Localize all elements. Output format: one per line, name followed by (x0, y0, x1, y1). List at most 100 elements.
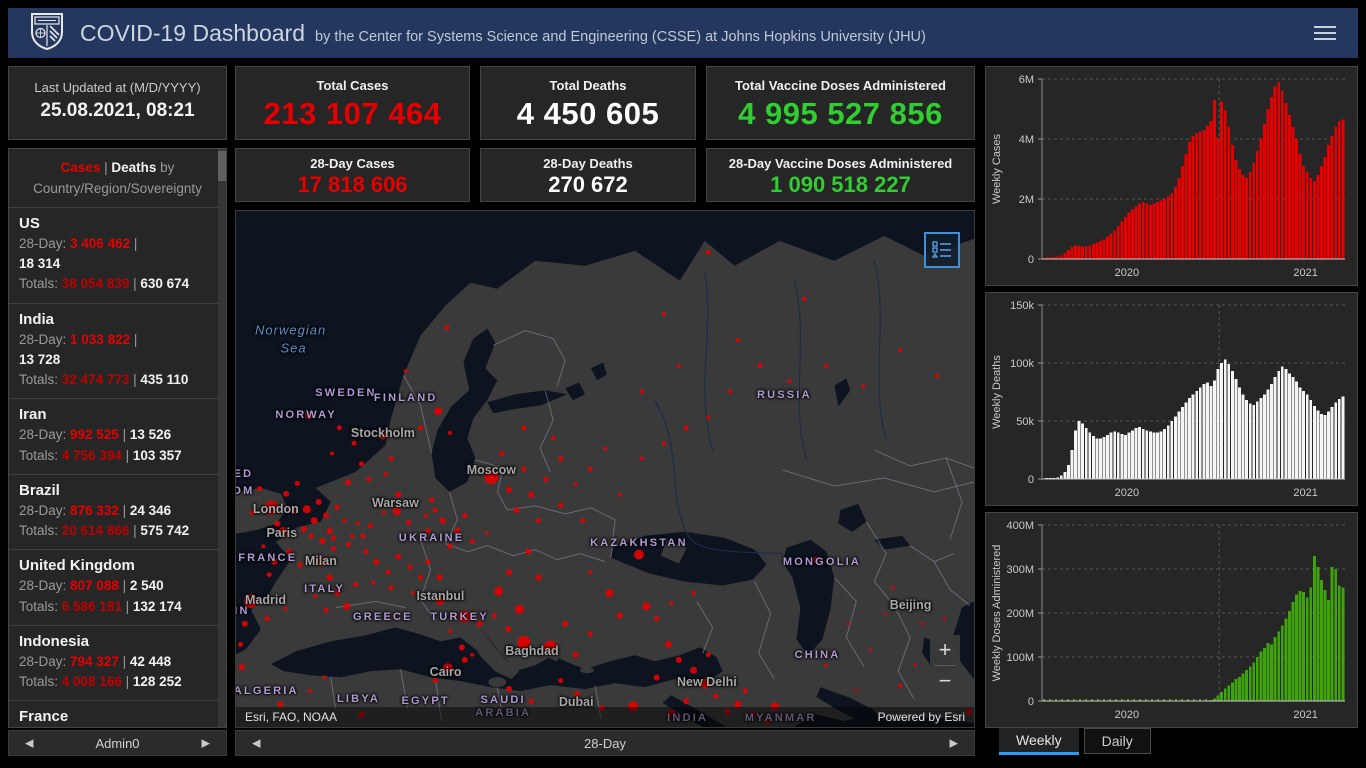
time-range-pager: ◀ 28-Day ▶ (235, 730, 975, 756)
last-updated-box: Last Updated at (M/D/YYYY) 25.08.2021, 0… (8, 66, 227, 140)
svg-text:200M: 200M (1006, 608, 1034, 620)
total-vaccine-value: 4 995 527 856 (738, 96, 943, 131)
zoom-in-button[interactable]: + (930, 635, 960, 665)
country-totals-line: Totals: 4 008 166 | 128 252 (19, 674, 182, 690)
country-totals-line: Totals: 32 474 773 | 435 110 (19, 372, 189, 388)
total-deaths-label: Total Deaths (549, 78, 627, 93)
chart-frequency-tabs: Weekly Daily (985, 728, 1358, 758)
scrollbar-track[interactable] (218, 149, 226, 727)
admin-level-pager: ◀ Admin0 ▶ (8, 730, 227, 756)
svg-text:Weekly Cases: Weekly Cases (991, 133, 1003, 204)
weekly-cases-chart: 0 2M 4M 6M 2020 2021 Weekly Cases (986, 67, 1357, 285)
total-vaccine-label: Total Vaccine Doses Administered (735, 78, 946, 93)
country-row[interactable]: France28-Day: 646 361 | 2 006Totals: 6 7… (9, 700, 226, 728)
country-28day-line: 28-Day: 992 525 | 13 526 (19, 427, 172, 443)
svg-text:Weekly Doses Administered: Weekly Doses Administered (991, 545, 1003, 682)
country-28day-line: 28-Day: 1 033 822 | 13 728 (19, 331, 138, 367)
svg-text:4M: 4M (1019, 134, 1034, 146)
day28-deaths-label: 28-Day Deaths (543, 156, 633, 171)
weekly-cases-chart-box: 0 2M 4M 6M 2020 2021 Weekly Cases (985, 66, 1358, 286)
page-title: COVID-19 Dashboard (80, 19, 305, 46)
country-28day-line: 28-Day: 807 088 | 2 540 (19, 578, 164, 594)
country-name: Indonesia (19, 632, 90, 650)
country-28day-line: 28-Day: 794 327 | 42 448 (19, 653, 172, 669)
country-row[interactable]: US 28-Day: 3 406 462 | 18 314 Totals: 38 0… (9, 206, 226, 303)
country-totals-line: Totals: 6 586 181 | 132 174 (19, 598, 182, 614)
country-name: United Kingdom (19, 557, 135, 575)
deaths-header-label: Deaths (111, 160, 157, 175)
svg-text:0: 0 (1028, 254, 1034, 266)
admin-level-label: Admin0 (95, 735, 140, 751)
day28-vaccine-value: 1 090 518 227 (770, 172, 911, 197)
country-row[interactable]: United Kingdom 28-Day: 807 088 | 2 540 Tot… (9, 549, 226, 625)
attribution-text: Esri, FAO, NOAA (245, 710, 338, 724)
country-totals-line: Totals: 20 614 866 | 575 742 (19, 523, 190, 539)
country-name: US (19, 214, 40, 232)
powered-by-esri: Powered by Esri (877, 710, 965, 724)
svg-text:300M: 300M (1006, 564, 1034, 576)
country-name: France (19, 708, 69, 726)
country-28day-line: 28-Day: 646 361 | 2 006 (19, 727, 216, 728)
country-list-header: Cases | Deaths by Country/Region/Soverei… (33, 160, 202, 196)
day28-cases-label: 28-Day Cases (310, 156, 395, 171)
weekly-doses-chart: 0 100M 200M 300M 400M 2020 2021 Weekly Doses Ad… (986, 513, 1357, 727)
map-zoom-control: + − (930, 635, 960, 697)
svg-text:6M: 6M (1019, 74, 1034, 86)
previous-arrow-icon[interactable]: ◀ (25, 737, 33, 750)
scrollbar-thumb[interactable] (218, 151, 226, 181)
world-map[interactable]: Norwegian Sea NORWAY SWEDEN FINLAND RUSSIA Sto… (235, 210, 975, 728)
legend-list-icon (932, 241, 951, 258)
tab-weekly[interactable]: Weekly (999, 728, 1079, 755)
country-row[interactable]: Iran 28-Day: 992 525 | 13 526 Totals: 4 75… (9, 398, 226, 474)
weekly-doses-chart-box: 0 100M 200M 300M 400M 2020 2021 Weekly Doses Ad… (985, 512, 1358, 728)
svg-text:100k: 100k (1010, 358, 1034, 370)
day28-cases-box: 28-Day Cases 17 818 606 (235, 148, 470, 202)
country-name: Iran (19, 406, 47, 424)
total-cases-box: Total Cases 213 107 464 (235, 66, 470, 140)
svg-text:2020: 2020 (1115, 709, 1139, 721)
weekly-deaths-chart: 0 50k 100k 150k 2020 2021 Weekly Deaths (986, 293, 1357, 505)
svg-text:150k: 150k (1010, 300, 1034, 312)
time-range-label: 28-Day (584, 735, 626, 751)
country-totals-line: Totals: 38 054 839 | 630 674 (19, 276, 190, 292)
country-row[interactable]: Indonesia 28-Day: 794 327 | 42 448 Totals:… (9, 624, 226, 701)
country-region-label: Country/Region/Sovereignty (33, 180, 202, 196)
country-28day-line: 28-Day: 3 406 462 | 18 314 (19, 235, 138, 272)
zoom-out-button[interactable]: − (930, 666, 960, 696)
previous-arrow-icon[interactable]: ◀ (252, 737, 260, 750)
legend-button[interactable] (924, 232, 960, 268)
day28-deaths-value: 270 672 (548, 172, 628, 197)
svg-text:Weekly Deaths: Weekly Deaths (991, 355, 1003, 429)
country-row[interactable]: Brazil 28-Day: 876 332 | 24 346 Totals: 20… (9, 473, 226, 550)
country-row[interactable]: India 28-Day: 1 033 822 | 13 728 Totals: 3… (9, 302, 226, 399)
jhu-logo-icon (30, 12, 64, 55)
menu-icon[interactable] (1314, 22, 1336, 44)
next-arrow-icon[interactable]: ▶ (950, 737, 958, 750)
last-updated-value: 25.08.2021, 08:21 (40, 100, 195, 121)
next-arrow-icon[interactable]: ▶ (202, 737, 210, 750)
total-cases-label: Total Cases (316, 78, 389, 93)
svg-text:100M: 100M (1006, 652, 1034, 664)
page-subtitle: by the Center for Systems Science and En… (315, 28, 926, 45)
app-header: COVID-19 Dashboard by the Center for Sys… (8, 8, 1358, 58)
total-deaths-value: 4 450 605 (516, 96, 660, 131)
last-updated-label: Last Updated at (M/D/YYYY) (34, 80, 201, 95)
svg-text:2020: 2020 (1115, 267, 1139, 279)
map-canvas[interactable] (236, 211, 974, 727)
svg-text:2021: 2021 (1293, 709, 1317, 721)
tab-daily[interactable]: Daily (1083, 728, 1151, 754)
svg-text:400M: 400M (1006, 520, 1034, 532)
map-attribution: Esri, FAO, NOAA Powered by Esri (236, 707, 974, 727)
day28-vaccine-box: 28-Day Vaccine Doses Administered 1 090 … (706, 148, 975, 202)
svg-text:2021: 2021 (1293, 267, 1317, 279)
total-cases-value: 213 107 464 (263, 96, 442, 131)
country-name: Brazil (19, 481, 60, 499)
svg-text:2020: 2020 (1115, 487, 1139, 499)
total-deaths-box: Total Deaths 4 450 605 (480, 66, 696, 140)
svg-text:2021: 2021 (1293, 487, 1317, 499)
day28-cases-value: 17 818 606 (297, 172, 408, 197)
weekly-deaths-chart-box: 0 50k 100k 150k 2020 2021 Weekly Deaths (985, 292, 1358, 506)
country-list-panel: Cases | Deaths by Country/Region/Soverei… (8, 148, 227, 728)
country-28day-line: 28-Day: 876 332 | 24 346 (19, 502, 172, 518)
country-rows: US 28-Day: 3 406 462 | 18 314 Totals: 38 0… (9, 206, 226, 728)
